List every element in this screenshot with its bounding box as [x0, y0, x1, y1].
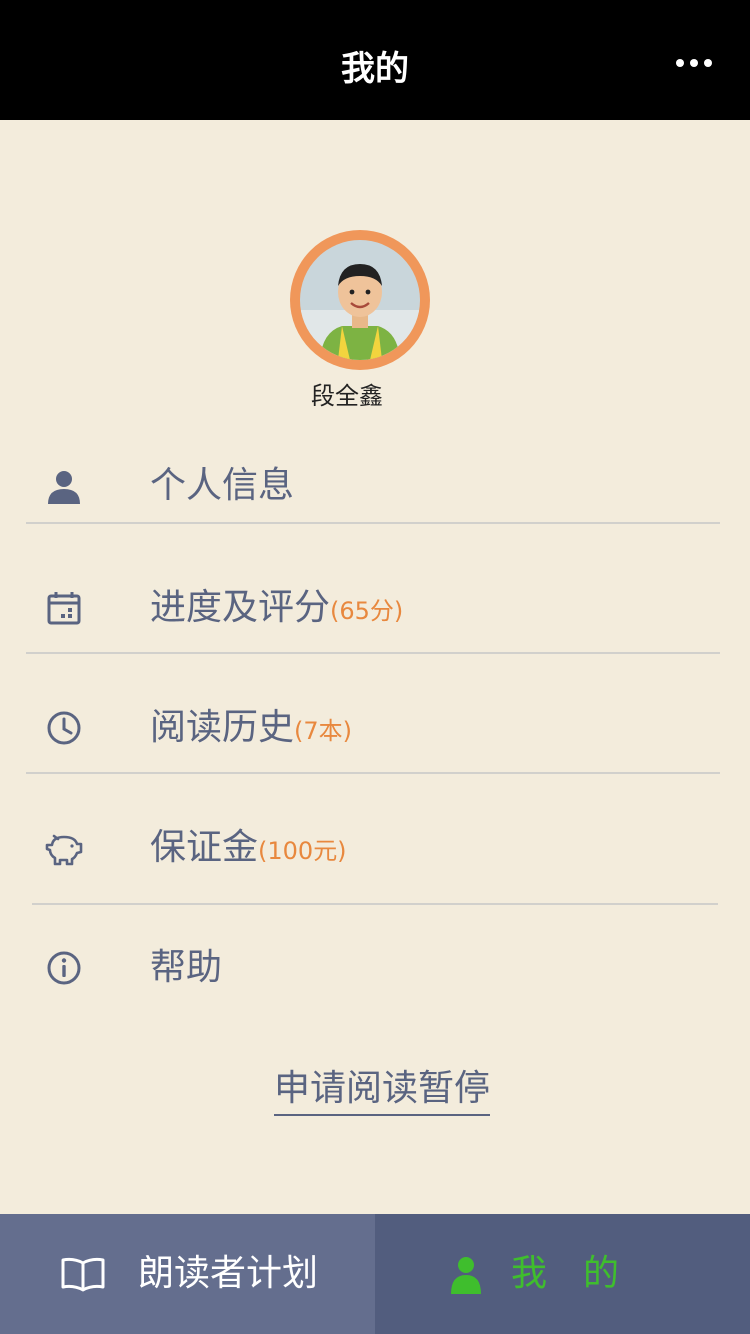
tab-mine[interactable]: 我 的 — [375, 1214, 750, 1334]
divider — [32, 903, 718, 905]
page-title: 我的 — [341, 49, 409, 89]
avatar[interactable] — [300, 240, 420, 360]
menu-item-label: 阅读历史 — [150, 707, 295, 748]
menu-item-badge: (7本) — [294, 717, 353, 745]
person-icon — [443, 1254, 489, 1294]
menu-item-badge: (65分) — [330, 597, 404, 625]
more-dots-icon[interactable] — [676, 55, 712, 71]
menu-item-label: 帮助 — [150, 947, 223, 988]
tab-label: 我 的 — [511, 1253, 620, 1294]
person-icon — [44, 466, 84, 506]
tab-label: 朗读者计划 — [138, 1253, 319, 1294]
avatar-ring — [290, 230, 430, 370]
tab-reader-plan[interactable]: 朗读者计划 — [0, 1214, 375, 1334]
menu-item-personal-info[interactable]: 个人信息 — [0, 440, 750, 530]
user-name: 段全鑫 — [311, 382, 383, 410]
menu-item-progress[interactable]: 进度及评分(65分) — [0, 562, 750, 652]
menu-item-deposit[interactable]: 保证金(100元) — [0, 802, 750, 892]
menu-item-reading-history[interactable]: 阅读历史(7本) — [0, 682, 750, 772]
open-book-icon — [60, 1254, 106, 1294]
divider — [26, 772, 720, 774]
menu-item-help[interactable]: 帮助 — [0, 922, 750, 1012]
menu-item-label: 保证金 — [150, 827, 259, 868]
calendar-icon — [44, 588, 84, 628]
clock-icon — [44, 708, 84, 748]
divider — [26, 652, 720, 654]
tab-bar: 朗读者计划 我 的 — [0, 1214, 750, 1334]
piggy-bank-icon — [44, 828, 84, 868]
profile-section: 段全鑫 — [0, 230, 750, 420]
info-icon — [44, 948, 84, 988]
apply-pause-link[interactable]: 申请阅读暂停 — [274, 1066, 491, 1116]
menu-item-label: 进度及评分 — [150, 587, 331, 628]
menu-item-badge: (100元) — [258, 837, 347, 865]
nav-bar: 我的 — [0, 0, 750, 120]
divider — [26, 522, 720, 524]
menu-item-label: 个人信息 — [150, 465, 295, 506]
